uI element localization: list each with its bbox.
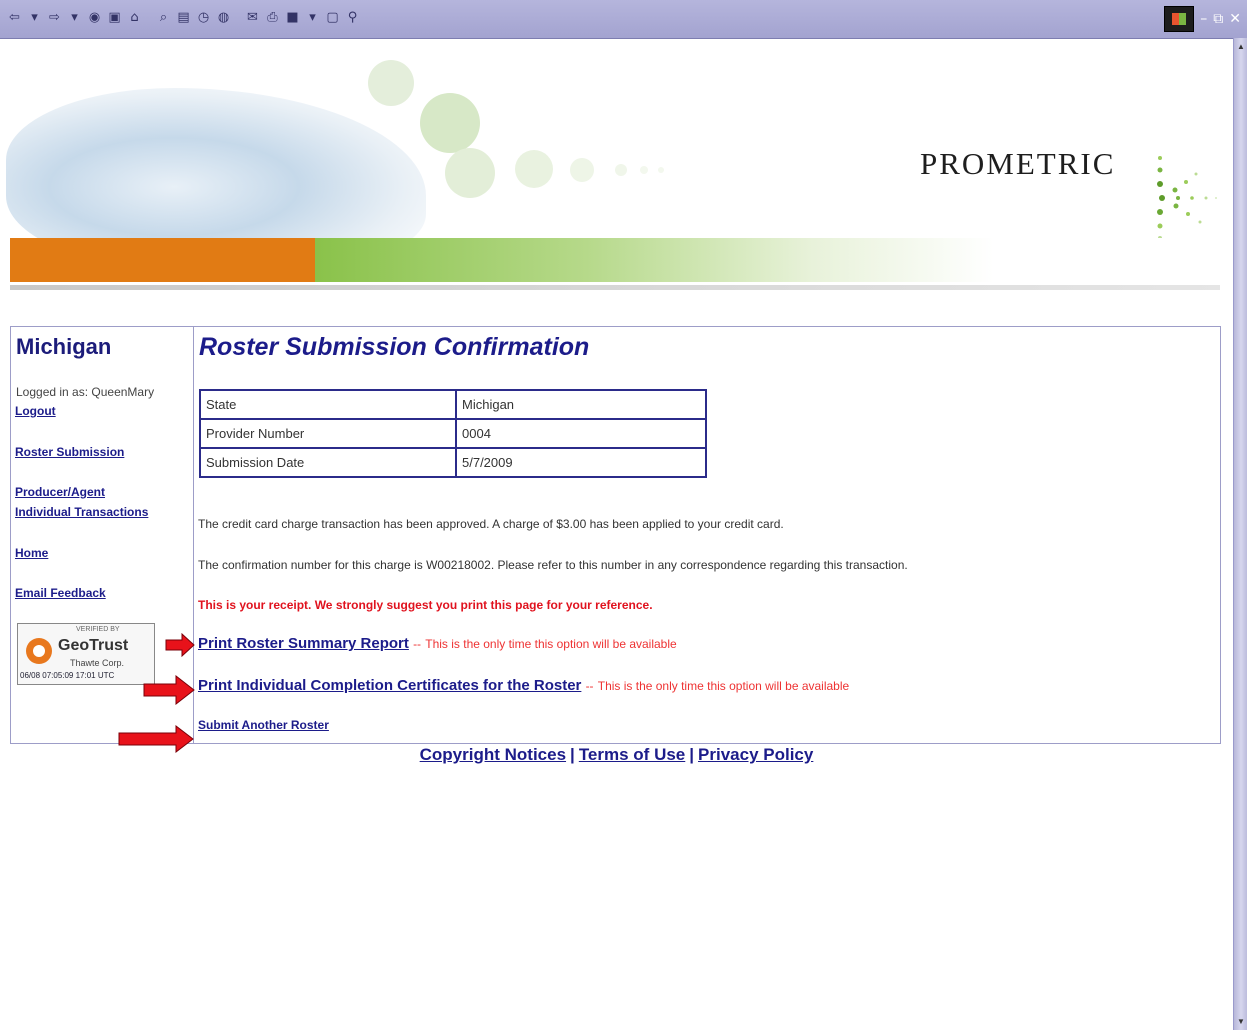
scroll-down-icon[interactable]: ▼ <box>1237 1017 1245 1026</box>
minimize-icon[interactable]: – <box>1200 11 1207 27</box>
geotrust-badge[interactable]: VERIFIED BY GeoTrust Thawte Corp. 06/08 … <box>17 623 155 685</box>
roster-submission-link[interactable]: Roster Submission <box>15 442 124 462</box>
prometric-logo: PROMETRIC <box>920 146 1116 181</box>
mail-icon[interactable]: ✉ <box>244 9 261 26</box>
producer-agent-link[interactable]: Producer/Agent Individual Transactions <box>15 482 148 522</box>
table-label: Provider Number <box>199 418 457 449</box>
banner-bubble <box>640 166 648 174</box>
sidebar-title: Michigan <box>16 334 112 359</box>
back-icon[interactable]: ⇦ <box>6 9 23 26</box>
charge-message: The credit card charge transaction has b… <box>198 517 784 531</box>
table-label: State <box>199 389 457 420</box>
page-title: Roster Submission Confirmation <box>199 333 590 361</box>
banner-bubble <box>368 60 414 106</box>
privacy-policy-link[interactable]: Privacy Policy <box>698 745 813 764</box>
receipt-notice: This is your receipt. We strongly sugges… <box>198 598 653 612</box>
browser-toolbar: ⇦ ▾ ⇨ ▾ ◉ ▣ ⌂ ⌕ ▤ ◷ ◍ ✉ ⎙ ■ ▾ ▢ ⚲ – ⧉ ✕ <box>0 0 1247 39</box>
banner-green-bar <box>315 238 1220 282</box>
submission-info-table: State Michigan Provider Number 0004 Subm… <box>199 389 707 478</box>
annotation-arrow-icon <box>165 633 195 657</box>
footer: Copyright Notices | Terms of Use | Privacy P… <box>0 745 1233 765</box>
footer-separator: | <box>689 745 695 764</box>
table-value: 5/7/2009 <box>455 447 707 478</box>
table-row: Submission Date 5/7/2009 <box>199 447 707 478</box>
geotrust-name: GeoTrust <box>58 637 129 654</box>
print-summary-link[interactable]: Print Roster Summary Report <box>198 635 409 652</box>
geotrust-corp: Thawte Corp. <box>70 658 125 668</box>
table-row: Provider Number 0004 <box>199 418 707 449</box>
table-value: 0004 <box>455 418 707 449</box>
option-separator: -- <box>413 637 422 651</box>
banner-bubble <box>570 158 594 182</box>
terms-of-use-link[interactable]: Terms of Use <box>579 745 685 764</box>
restore-icon[interactable]: ⧉ <box>1213 11 1223 27</box>
banner-orange-bar <box>10 238 315 282</box>
banner-bottom-rule <box>10 285 1220 290</box>
window-controls: – ⧉ ✕ <box>1164 6 1241 32</box>
copyright-notices-link[interactable]: Copyright Notices <box>420 745 566 764</box>
edit-icon[interactable]: ■ <box>284 9 301 26</box>
print-certificates-row: Print Individual Completion Certificates… <box>198 677 849 694</box>
home-link[interactable]: Home <box>15 543 48 563</box>
table-row: State Michigan <box>199 389 707 420</box>
producer-agent-link-line1: Producer/Agent <box>15 485 106 499</box>
print-certificates-link[interactable]: Print Individual Completion Certificates… <box>198 677 581 694</box>
logout-link[interactable]: Logout <box>15 401 56 421</box>
table-value: Michigan <box>455 389 707 420</box>
discuss-icon[interactable]: ▾ <box>304 9 321 26</box>
producer-agent-link-line2: Individual Transactions <box>15 505 149 519</box>
banner-bubble <box>658 167 664 173</box>
email-feedback-link[interactable]: Email Feedback <box>15 583 106 603</box>
refresh-icon[interactable]: ▣ <box>106 9 123 26</box>
main-content: Roster Submission Confirmation State Mic… <box>196 327 1216 743</box>
favorites-icon[interactable]: ▤ <box>175 9 192 26</box>
footer-separator: | <box>570 745 575 764</box>
stop-icon[interactable]: ◉ <box>86 9 103 26</box>
scroll-up-icon[interactable]: ▲ <box>1237 42 1245 51</box>
banner-bubble <box>445 148 495 198</box>
toolbar-icons: ⇦ ▾ ⇨ ▾ ◉ ▣ ⌂ ⌕ ▤ ◷ ◍ ✉ ⎙ ■ ▾ ▢ ⚲ <box>6 9 361 26</box>
print-icon[interactable]: ⎙ <box>264 9 281 26</box>
geotrust-date: 06/08 07:05:09 17:01 UTC <box>20 671 115 680</box>
banner-bubble <box>615 164 627 176</box>
home-icon[interactable]: ⌂ <box>126 9 143 26</box>
close-icon[interactable]: ✕ <box>1229 11 1241 27</box>
history-icon[interactable]: ◷ <box>195 9 212 26</box>
annotation-arrow-icon <box>143 675 195 705</box>
submit-another-roster-link[interactable]: Submit Another Roster <box>198 718 329 732</box>
option-separator: -- <box>585 679 594 693</box>
windows-logo-icon <box>1164 6 1195 32</box>
option-note: This is the only time this option will b… <box>425 637 677 651</box>
banner-bubble <box>515 150 553 188</box>
search-icon[interactable]: ⌕ <box>155 9 172 26</box>
back-dropdown-icon[interactable]: ▾ <box>26 9 43 26</box>
vertical-scrollbar[interactable]: ▲ ▼ <box>1233 38 1247 1030</box>
geotrust-verified-label: VERIFIED BY <box>76 626 120 633</box>
table-label: Submission Date <box>199 447 457 478</box>
print-summary-row: Print Roster Summary Report -- This is t… <box>198 635 677 652</box>
media-icon[interactable]: ◍ <box>215 9 232 26</box>
research-icon[interactable]: ⚲ <box>344 9 361 26</box>
banner-bubble <box>420 93 480 153</box>
logged-in-label: Logged in as: QueenMary <box>16 385 155 399</box>
forward-icon[interactable]: ⇨ <box>46 9 63 26</box>
option-note: This is the only time this option will b… <box>597 679 850 693</box>
forward-dropdown-icon[interactable]: ▾ <box>66 9 83 26</box>
messenger-icon[interactable]: ▢ <box>324 9 341 26</box>
confirmation-message: The confirmation number for this charge … <box>198 558 908 572</box>
geotrust-logo-icon <box>26 638 52 664</box>
